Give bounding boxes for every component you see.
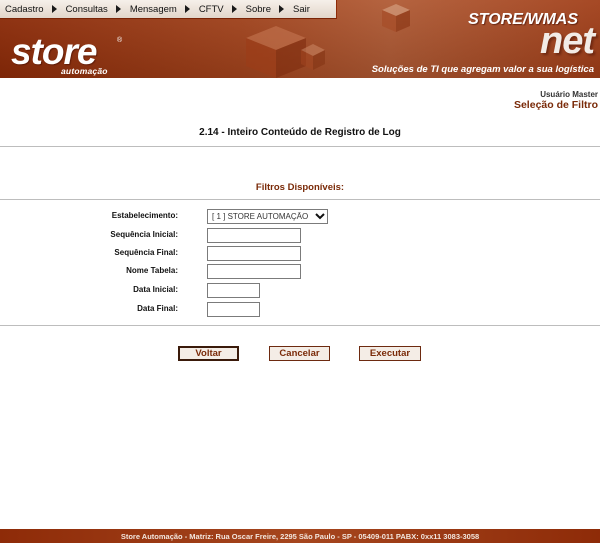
chevron-down-icon[interactable] <box>313 210 327 223</box>
sequencia-inicial-label: Sequência Inicial: <box>110 230 178 239</box>
executar-button[interactable]: Executar <box>359 346 421 361</box>
cube-graphic-small <box>382 4 410 32</box>
store-logo: store <box>11 31 97 72</box>
menu-label[interactable]: CFTV <box>199 4 224 15</box>
divider <box>0 325 600 326</box>
cube-graphic-mid <box>301 44 325 70</box>
sequencia-final-label: Sequência Final: <box>114 248 178 257</box>
footer-address: Store Automação - Matriz: Rua Oscar Frei… <box>0 529 600 543</box>
estabelecimento-value: [ 1 ] STORE AUTOMAÇÃO <box>212 212 309 221</box>
main-menu-bar: Cadastro Consultas Mensagem CFTV Sobre S… <box>0 0 337 19</box>
data-final-input[interactable] <box>207 302 260 317</box>
estabelecimento-select[interactable]: [ 1 ] STORE AUTOMAÇÃO <box>207 209 328 224</box>
form-row-estabelecimento: Estabelecimento: [ 1 ] STORE AUTOMAÇÃO <box>0 209 600 225</box>
divider <box>0 146 600 147</box>
menu-label[interactable]: Consultas <box>66 4 108 15</box>
sequencia-final-input[interactable] <box>207 246 301 261</box>
voltar-button[interactable]: Voltar <box>178 346 239 361</box>
menu-label[interactable]: Mensagem <box>130 4 177 15</box>
data-inicial-input[interactable] <box>207 283 260 298</box>
nome-tabela-label: Nome Tabela: <box>126 266 178 275</box>
cancelar-button[interactable]: Cancelar <box>269 346 330 361</box>
nome-tabela-input[interactable] <box>207 264 301 279</box>
menu-item-consultas[interactable]: Consultas <box>66 4 130 15</box>
product-net-logo: net <box>540 20 595 62</box>
sequencia-inicial-input[interactable] <box>207 228 301 243</box>
form-row-sequencia-final: Sequência Final: <box>0 246 600 262</box>
menu-item-cftv[interactable]: CFTV <box>199 4 246 15</box>
logo-subtitle: automação <box>61 66 108 76</box>
form-row-sequencia-inicial: Sequência Inicial: <box>0 228 600 244</box>
section-title: Seleção de Filtro <box>513 99 598 111</box>
menu-arrow-icon <box>278 5 284 13</box>
data-inicial-label: Data Inicial: <box>133 285 178 294</box>
header-banner: Cadastro Consultas Mensagem CFTV Sobre S… <box>0 0 600 78</box>
estabelecimento-label: Estabelecimento: <box>111 211 178 220</box>
menu-item-sobre[interactable]: Sobre <box>246 4 293 15</box>
menu-item-cadastro[interactable]: Cadastro <box>5 4 66 15</box>
menu-arrow-icon <box>231 5 237 13</box>
menu-arrow-icon <box>115 5 121 13</box>
menu-item-sair[interactable]: Sair <box>293 4 310 15</box>
form-row-data-final: Data Final: <box>0 302 600 318</box>
user-name: Usuário Master <box>540 90 598 99</box>
page-title: 2.14 - Inteiro Conteúdo de Registro de L… <box>199 127 401 138</box>
menu-arrow-icon <box>184 5 190 13</box>
form-row-nome-tabela: Nome Tabela: <box>0 264 600 280</box>
menu-label[interactable]: Sair <box>293 4 310 15</box>
registered-mark: ® <box>117 37 123 44</box>
company-slogan: Soluções de TI que agregam valor a sua l… <box>371 64 594 75</box>
menu-item-mensagem[interactable]: Mensagem <box>130 4 199 15</box>
menu-label[interactable]: Sobre <box>246 4 271 15</box>
filters-title: Filtros Disponíveis: <box>255 182 345 193</box>
divider <box>0 199 600 200</box>
data-final-label: Data Final: <box>137 304 178 313</box>
menu-arrow-icon <box>51 5 57 13</box>
form-row-data-inicial: Data Inicial: <box>0 283 600 299</box>
menu-label[interactable]: Cadastro <box>5 4 44 15</box>
